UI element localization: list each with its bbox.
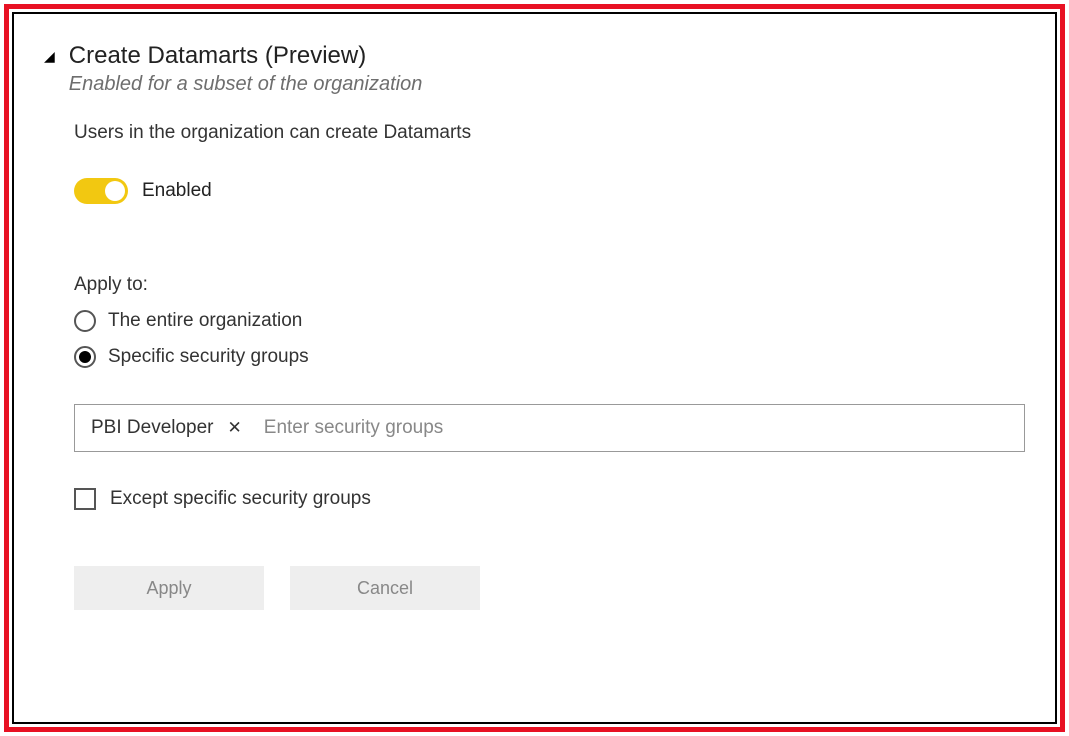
setting-title: Create Datamarts (Preview) xyxy=(69,40,1025,71)
security-groups-input-container[interactable]: PBI Developer ✕ xyxy=(74,404,1025,452)
setting-subtitle: Enabled for a subset of the organization xyxy=(69,73,1025,96)
security-group-tag-label: PBI Developer xyxy=(91,417,214,439)
apply-to-label: Apply to: xyxy=(74,274,1025,296)
enabled-toggle[interactable] xyxy=(74,178,128,204)
radio-entire-organization[interactable] xyxy=(74,310,96,332)
radio-specific-groups-label: Specific security groups xyxy=(108,346,309,368)
except-groups-checkbox[interactable] xyxy=(74,488,96,510)
toggle-knob-icon xyxy=(105,181,125,201)
cancel-button[interactable]: Cancel xyxy=(290,566,480,610)
except-groups-label: Except specific security groups xyxy=(110,488,371,510)
security-group-tag: PBI Developer ✕ xyxy=(81,409,254,447)
security-groups-input[interactable] xyxy=(264,405,1018,451)
setting-description: Users in the organization can create Dat… xyxy=(74,122,1025,144)
remove-tag-icon[interactable]: ✕ xyxy=(224,416,246,440)
enabled-toggle-label: Enabled xyxy=(142,180,212,202)
radio-entire-organization-label: The entire organization xyxy=(108,310,302,332)
collapse-caret-icon[interactable]: ◢ xyxy=(44,48,55,65)
radio-specific-groups[interactable] xyxy=(74,346,96,368)
apply-button[interactable]: Apply xyxy=(74,566,264,610)
